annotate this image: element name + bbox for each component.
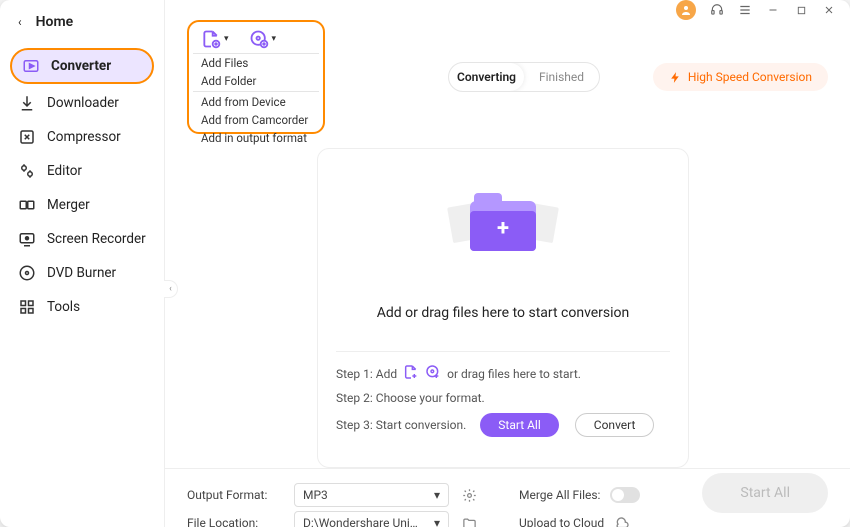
step1-text-a: Step 1: Add: [336, 367, 397, 381]
sidebar-item-editor[interactable]: Editor: [0, 154, 164, 188]
add-dvd-icon[interactable]: [425, 364, 441, 383]
tools-icon: [18, 298, 36, 316]
sidebar-item-compressor[interactable]: Compressor: [0, 120, 164, 154]
step3-text: Step 3: Start conversion.: [336, 418, 466, 432]
file-location-value: D:\Wondershare UniConverter 1: [303, 516, 423, 527]
tab-converting[interactable]: Converting: [449, 63, 524, 91]
headset-icon[interactable]: [710, 3, 724, 17]
dropdown-item-add-folder[interactable]: Add Folder: [193, 72, 319, 90]
sidebar-nav: Converter Downloader Compressor Editor M…: [0, 48, 164, 324]
drop-illustration: +: [336, 171, 670, 281]
menu-icon[interactable]: [738, 3, 752, 17]
account-icon[interactable]: [676, 0, 696, 20]
sidebar-item-downloader[interactable]: Downloader: [0, 86, 164, 120]
nav-label: Downloader: [47, 95, 119, 111]
step-1: Step 1: Add or drag files here to start.: [336, 364, 670, 383]
dropdown-item-add-files[interactable]: Add Files: [193, 54, 319, 72]
file-location-select[interactable]: D:\Wondershare UniConverter 1 ▾: [294, 511, 449, 527]
topbar: ▾ ▾ Add Files Add Folder Add from Device…: [165, 20, 850, 140]
sidebar: ‹ Home Converter Downloader Compressor E…: [0, 0, 165, 527]
merge-toggle[interactable]: [610, 487, 640, 503]
nav-label: Tools: [47, 299, 80, 315]
step-3: Step 3: Start conversion. Start All Conv…: [336, 413, 670, 437]
compressor-icon: [18, 128, 36, 146]
titlebar: [165, 0, 850, 20]
converter-icon: [22, 57, 40, 75]
add-files-panel: ▾ ▾ Add Files Add Folder Add from Device…: [187, 20, 325, 134]
plus-icon: +: [497, 216, 509, 241]
status-tabs: Converting Finished: [448, 62, 600, 92]
add-dropdown: Add Files Add Folder Add from Device Add…: [193, 53, 319, 147]
cloud-icon[interactable]: [614, 515, 630, 527]
nav-label: Compressor: [47, 129, 121, 145]
drop-panel[interactable]: + Add or drag files here to start conver…: [317, 148, 689, 468]
start-all-button[interactable]: Start All: [480, 413, 559, 437]
nav-label: Screen Recorder: [47, 231, 146, 247]
main-area: ‹ ▾ ▾: [165, 0, 850, 527]
footer: Output Format: MP3 ▾ Merge All Files: Fi…: [165, 468, 850, 527]
file-location-label: File Location:: [187, 516, 282, 527]
close-icon[interactable]: [822, 3, 836, 17]
dropdown-item-add-camcorder[interactable]: Add from Camcorder: [193, 111, 319, 129]
convert-button[interactable]: Convert: [575, 413, 655, 437]
app-window: ‹ Home Converter Downloader Compressor E…: [0, 0, 850, 527]
step-2: Step 2: Choose your format.: [336, 391, 670, 405]
chevron-down-icon: ▾: [434, 516, 440, 527]
nav-label: Merger: [47, 197, 90, 213]
screen-recorder-icon: [18, 230, 36, 248]
chevron-down-icon: ▾: [434, 488, 440, 502]
settings-gear-icon[interactable]: [461, 488, 477, 503]
add-file-icon[interactable]: [403, 364, 419, 383]
minimize-icon[interactable]: [766, 3, 780, 17]
output-format-value: MP3: [303, 488, 328, 502]
sidebar-item-dvd-burner[interactable]: DVD Burner: [0, 256, 164, 290]
step1-text-b: or drag files here to start.: [447, 367, 581, 381]
downloader-icon: [18, 94, 36, 112]
drop-title: Add or drag files here to start conversi…: [336, 305, 670, 321]
dropdown-item-add-device[interactable]: Add from Device: [193, 93, 319, 111]
lightning-icon: [669, 71, 682, 84]
add-file-button[interactable]: ▾: [201, 29, 229, 49]
merge-label: Merge All Files:: [519, 488, 600, 502]
chevron-down-icon: ▾: [224, 34, 229, 44]
steps: Step 1: Add or drag files here to start.…: [336, 351, 670, 437]
folder-open-icon[interactable]: [461, 516, 477, 527]
output-format-label: Output Format:: [187, 488, 282, 502]
output-format-select[interactable]: MP3 ▾: [294, 483, 449, 507]
tab-finished[interactable]: Finished: [524, 63, 599, 91]
start-all-disabled-button[interactable]: Start All: [702, 473, 828, 513]
maximize-icon[interactable]: [794, 3, 808, 17]
editor-icon: [18, 162, 36, 180]
home-button[interactable]: ‹ Home: [0, 6, 164, 38]
sidebar-item-merger[interactable]: Merger: [0, 188, 164, 222]
nav-label: Converter: [51, 58, 111, 74]
nav-label: Editor: [47, 163, 82, 179]
merger-icon: [18, 196, 36, 214]
content: + Add or drag files here to start conver…: [165, 140, 850, 468]
chevron-down-icon: ▾: [272, 34, 277, 44]
sidebar-item-tools[interactable]: Tools: [0, 290, 164, 324]
nav-label: DVD Burner: [47, 265, 116, 281]
dropdown-separator: [193, 91, 319, 92]
upload-label: Upload to Cloud: [519, 516, 604, 527]
high-speed-chip[interactable]: High Speed Conversion: [653, 63, 828, 91]
dvd-burner-icon: [18, 264, 36, 282]
sidebar-item-converter[interactable]: Converter: [10, 48, 154, 84]
add-dvd-button[interactable]: ▾: [249, 29, 277, 49]
sidebar-item-screen-recorder[interactable]: Screen Recorder: [0, 222, 164, 256]
chevron-left-icon: ‹: [18, 15, 22, 29]
home-label: Home: [36, 14, 74, 30]
speed-label: High Speed Conversion: [688, 70, 812, 84]
